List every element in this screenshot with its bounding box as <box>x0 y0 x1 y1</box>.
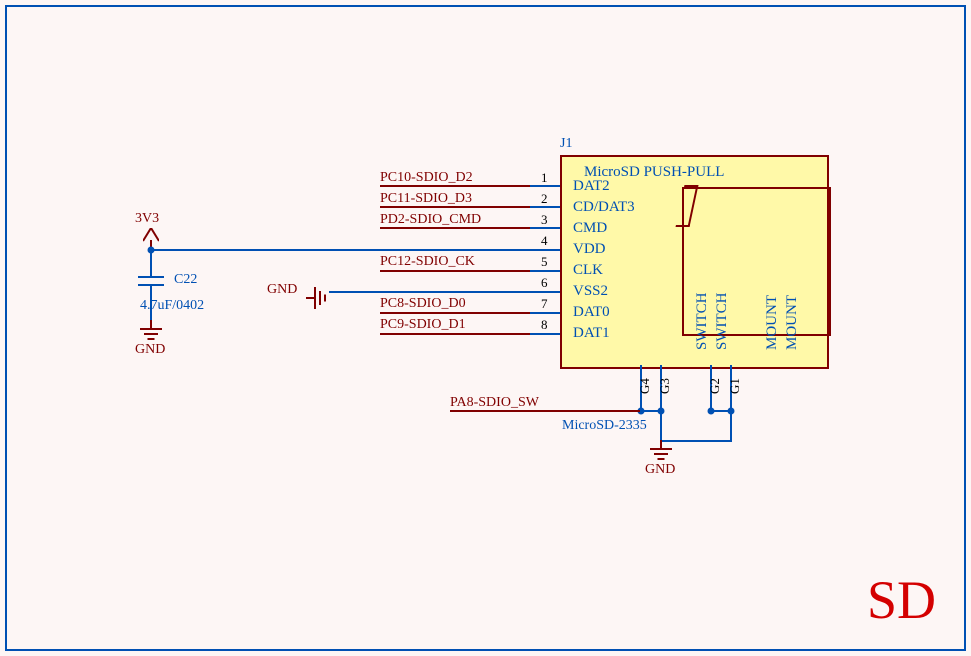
pin1-net: PC10-SDIO_D2 <box>380 170 473 187</box>
pin1-num: 1 <box>541 170 548 186</box>
connector-ref: J1 <box>560 136 572 152</box>
g4-name: SWITCH <box>694 293 711 351</box>
g3-num: G3 <box>657 378 673 394</box>
pin8-name: DAT1 <box>573 325 610 342</box>
g4-num: G4 <box>637 378 653 394</box>
pin4-name: VDD <box>573 241 606 258</box>
junction <box>708 408 715 415</box>
switch-net-label: PA8-SDIO_SW <box>450 395 539 412</box>
pin7-num: 7 <box>541 296 548 312</box>
pin5-name: CLK <box>573 262 603 279</box>
gnd-label-3: GND <box>645 462 675 478</box>
gnd-label-2: GND <box>267 282 297 298</box>
pin2-name: CD/DAT3 <box>573 199 635 216</box>
wire <box>150 250 152 276</box>
cap-plate-top <box>138 276 164 278</box>
pin2-net: PC11-SDIO_D3 <box>380 191 472 208</box>
wire-vdd <box>150 249 560 251</box>
g2-name: MOUNT <box>764 295 781 350</box>
pin4-num: 4 <box>541 233 548 249</box>
pin7-net: PC8-SDIO_D0 <box>380 296 466 313</box>
cap-value: 4.7uF/0402 <box>140 298 204 314</box>
power-rail-label: 3V3 <box>135 211 159 227</box>
pin-stub <box>530 291 560 293</box>
pin2-num: 2 <box>541 191 548 207</box>
wire-vss <box>329 291 560 293</box>
g3-name: SWITCH <box>714 293 731 351</box>
pin7-name: DAT0 <box>573 304 610 321</box>
pin5-net: PC12-SDIO_CK <box>380 254 475 271</box>
pin-stub <box>530 312 560 314</box>
cap-ref: C22 <box>174 272 197 288</box>
pin6-name: VSS2 <box>573 283 608 300</box>
pin3-name: CMD <box>573 220 607 237</box>
connector-partnum: MicroSD-2335 <box>562 418 647 434</box>
pin1-name: DAT2 <box>573 178 610 195</box>
gnd-label: GND <box>135 342 165 358</box>
gnd-symbol-2 <box>306 278 336 318</box>
g2-num: G2 <box>707 378 723 394</box>
g1-num: G1 <box>727 378 743 394</box>
schematic-canvas: 3V3 C22 4.7uF/0402 GND GND J1 MicroSD PU… <box>0 0 971 656</box>
pin8-net: PC9-SDIO_D1 <box>380 317 466 334</box>
pin-stub <box>530 270 560 272</box>
pin-stub <box>530 333 560 335</box>
pin-stub <box>530 249 560 251</box>
pin3-num: 3 <box>541 212 548 228</box>
pin6-num: 6 <box>541 275 548 291</box>
wire <box>730 411 732 442</box>
pin3-net: PD2-SDIO_CMD <box>380 212 481 229</box>
g1-name: MOUNT <box>784 295 801 350</box>
pin5-num: 5 <box>541 254 548 270</box>
wire <box>660 411 662 441</box>
pin8-num: 8 <box>541 317 548 333</box>
card-notch <box>676 185 699 227</box>
sheet-title: SD <box>867 569 936 631</box>
